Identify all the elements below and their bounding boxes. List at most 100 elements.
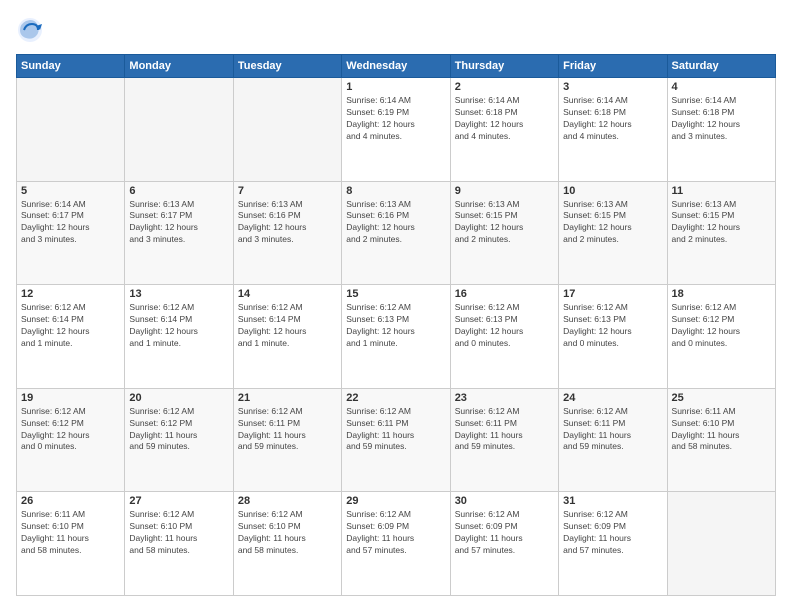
day-info: Sunrise: 6:14 AM Sunset: 6:19 PM Dayligh… [346,95,445,143]
day-number: 12 [21,288,120,300]
calendar-cell: 11 Sunrise: 6:13 AM Sunset: 6:15 PM Dayli… [667,181,775,285]
day-number: 10 [563,185,662,197]
day-number: 13 [129,288,228,300]
page: SundayMondayTuesdayWednesdayThursdayFrid… [0,0,792,612]
day-info: Sunrise: 6:14 AM Sunset: 6:18 PM Dayligh… [455,95,554,143]
weekday-header-monday: Monday [125,55,233,78]
day-info: Sunrise: 6:12 AM Sunset: 6:09 PM Dayligh… [455,509,554,557]
day-info: Sunrise: 6:13 AM Sunset: 6:16 PM Dayligh… [346,199,445,247]
day-number: 31 [563,495,662,507]
day-number: 7 [238,185,337,197]
day-number: 5 [21,185,120,197]
day-number: 11 [672,185,771,197]
calendar-cell [667,492,775,596]
calendar-cell: 9 Sunrise: 6:13 AM Sunset: 6:15 PM Daylig… [450,181,558,285]
day-info: Sunrise: 6:12 AM Sunset: 6:14 PM Dayligh… [129,302,228,350]
day-info: Sunrise: 6:13 AM Sunset: 6:15 PM Dayligh… [672,199,771,247]
day-number: 3 [563,81,662,93]
day-info: Sunrise: 6:14 AM Sunset: 6:18 PM Dayligh… [672,95,771,143]
weekday-header-sunday: Sunday [17,55,125,78]
weekday-header-wednesday: Wednesday [342,55,450,78]
calendar-cell: 12Sunrise: 6:12 AM Sunset: 6:14 PM Dayli… [17,285,125,389]
day-info: Sunrise: 6:12 AM Sunset: 6:10 PM Dayligh… [238,509,337,557]
day-number: 4 [672,81,771,93]
day-info: Sunrise: 6:12 AM Sunset: 6:12 PM Dayligh… [129,406,228,454]
calendar-cell: 3 Sunrise: 6:14 AM Sunset: 6:18 PM Daylig… [559,78,667,182]
day-info: Sunrise: 6:12 AM Sunset: 6:10 PM Dayligh… [129,509,228,557]
day-info: Sunrise: 6:12 AM Sunset: 6:11 PM Dayligh… [563,406,662,454]
day-info: Sunrise: 6:13 AM Sunset: 6:17 PM Dayligh… [129,199,228,247]
calendar-cell: 5 Sunrise: 6:14 AM Sunset: 6:17 PM Daylig… [17,181,125,285]
day-number: 16 [455,288,554,300]
calendar-cell: 29 Sunrise: 6:12 AM Sunset: 6:09 PM Dayli… [342,492,450,596]
calendar-cell: 13 Sunrise: 6:12 AM Sunset: 6:14 PM Dayli… [125,285,233,389]
calendar-cell: 26Sunrise: 6:11 AM Sunset: 6:10 PM Dayli… [17,492,125,596]
calendar-cell: 21 Sunrise: 6:12 AM Sunset: 6:11 PM Dayli… [233,388,341,492]
calendar-cell: 15Sunrise: 6:12 AM Sunset: 6:13 PM Dayli… [342,285,450,389]
weekday-header-row: SundayMondayTuesdayWednesdayThursdayFrid… [17,55,776,78]
day-number: 9 [455,185,554,197]
calendar-cell: 8Sunrise: 6:13 AM Sunset: 6:16 PM Daylig… [342,181,450,285]
calendar-cell: 20Sunrise: 6:12 AM Sunset: 6:12 PM Dayli… [125,388,233,492]
week-row-2: 5 Sunrise: 6:14 AM Sunset: 6:17 PM Daylig… [17,181,776,285]
calendar-cell [125,78,233,182]
day-info: Sunrise: 6:14 AM Sunset: 6:17 PM Dayligh… [21,199,120,247]
day-number: 23 [455,392,554,404]
day-number: 2 [455,81,554,93]
calendar-cell: 27 Sunrise: 6:12 AM Sunset: 6:10 PM Dayli… [125,492,233,596]
day-number: 25 [672,392,771,404]
day-info: Sunrise: 6:12 AM Sunset: 6:11 PM Dayligh… [346,406,445,454]
weekday-header-friday: Friday [559,55,667,78]
day-info: Sunrise: 6:14 AM Sunset: 6:18 PM Dayligh… [563,95,662,143]
calendar-cell: 22 Sunrise: 6:12 AM Sunset: 6:11 PM Dayli… [342,388,450,492]
day-number: 22 [346,392,445,404]
day-number: 1 [346,81,445,93]
week-row-1: 1 Sunrise: 6:14 AM Sunset: 6:19 PM Daylig… [17,78,776,182]
day-info: Sunrise: 6:13 AM Sunset: 6:15 PM Dayligh… [455,199,554,247]
day-info: Sunrise: 6:12 AM Sunset: 6:14 PM Dayligh… [238,302,337,350]
calendar-cell: 7 Sunrise: 6:13 AM Sunset: 6:16 PM Daylig… [233,181,341,285]
day-number: 15 [346,288,445,300]
calendar-cell: 31 Sunrise: 6:12 AM Sunset: 6:09 PM Dayli… [559,492,667,596]
day-number: 28 [238,495,337,507]
weekday-header-thursday: Thursday [450,55,558,78]
day-info: Sunrise: 6:12 AM Sunset: 6:11 PM Dayligh… [238,406,337,454]
logo-icon [16,16,44,44]
day-info: Sunrise: 6:13 AM Sunset: 6:15 PM Dayligh… [563,199,662,247]
calendar-cell: 17 Sunrise: 6:12 AM Sunset: 6:13 PM Dayli… [559,285,667,389]
day-number: 27 [129,495,228,507]
week-row-4: 19Sunrise: 6:12 AM Sunset: 6:12 PM Dayli… [17,388,776,492]
calendar-cell: 14Sunrise: 6:12 AM Sunset: 6:14 PM Dayli… [233,285,341,389]
calendar-cell: 24 Sunrise: 6:12 AM Sunset: 6:11 PM Dayli… [559,388,667,492]
header [16,16,776,44]
day-info: Sunrise: 6:12 AM Sunset: 6:12 PM Dayligh… [21,406,120,454]
calendar-cell: 19Sunrise: 6:12 AM Sunset: 6:12 PM Dayli… [17,388,125,492]
day-info: Sunrise: 6:13 AM Sunset: 6:16 PM Dayligh… [238,199,337,247]
day-info: Sunrise: 6:12 AM Sunset: 6:11 PM Dayligh… [455,406,554,454]
weekday-header-saturday: Saturday [667,55,775,78]
day-info: Sunrise: 6:12 AM Sunset: 6:13 PM Dayligh… [563,302,662,350]
calendar-cell: 6 Sunrise: 6:13 AM Sunset: 6:17 PM Daylig… [125,181,233,285]
calendar-cell [17,78,125,182]
day-info: Sunrise: 6:12 AM Sunset: 6:09 PM Dayligh… [563,509,662,557]
day-number: 6 [129,185,228,197]
calendar-cell: 10 Sunrise: 6:13 AM Sunset: 6:15 PM Dayli… [559,181,667,285]
week-row-5: 26Sunrise: 6:11 AM Sunset: 6:10 PM Dayli… [17,492,776,596]
day-number: 24 [563,392,662,404]
calendar-cell: 25 Sunrise: 6:11 AM Sunset: 6:10 PM Dayli… [667,388,775,492]
day-number: 18 [672,288,771,300]
day-number: 29 [346,495,445,507]
calendar-cell: 4 Sunrise: 6:14 AM Sunset: 6:18 PM Daylig… [667,78,775,182]
day-number: 21 [238,392,337,404]
day-number: 17 [563,288,662,300]
weekday-header-tuesday: Tuesday [233,55,341,78]
calendar-cell: 28 Sunrise: 6:12 AM Sunset: 6:10 PM Dayli… [233,492,341,596]
day-info: Sunrise: 6:12 AM Sunset: 6:09 PM Dayligh… [346,509,445,557]
calendar-cell: 23 Sunrise: 6:12 AM Sunset: 6:11 PM Dayli… [450,388,558,492]
day-info: Sunrise: 6:12 AM Sunset: 6:12 PM Dayligh… [672,302,771,350]
logo [16,16,48,44]
calendar-cell: 1 Sunrise: 6:14 AM Sunset: 6:19 PM Daylig… [342,78,450,182]
day-info: Sunrise: 6:11 AM Sunset: 6:10 PM Dayligh… [672,406,771,454]
calendar-cell: 18 Sunrise: 6:12 AM Sunset: 6:12 PM Dayli… [667,285,775,389]
day-number: 26 [21,495,120,507]
